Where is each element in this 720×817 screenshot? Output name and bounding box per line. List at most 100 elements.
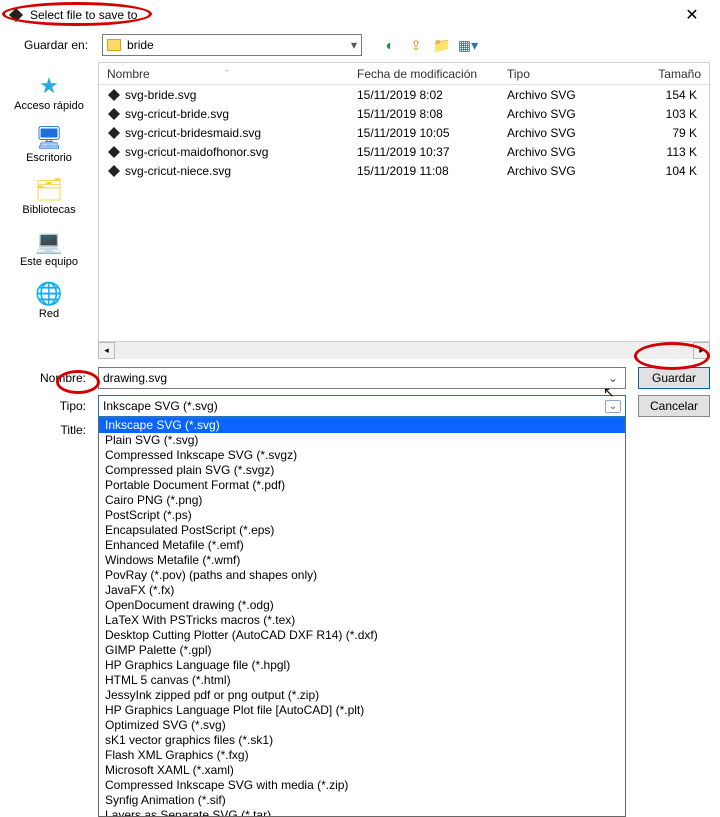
title-label: Title:: [0, 423, 86, 437]
star-icon: ★: [33, 72, 65, 100]
cancel-button[interactable]: Cancelar: [638, 395, 710, 417]
file-date: 15/11/2019 11:08: [349, 164, 499, 178]
filetype-option[interactable]: OpenDocument drawing (*.odg): [99, 598, 625, 613]
col-size[interactable]: Tamaño: [609, 67, 709, 81]
filetype-option[interactable]: Compressed Inkscape SVG (*.svgz): [99, 448, 625, 463]
filetype-option[interactable]: Compressed Inkscape SVG with media (*.zi…: [99, 778, 625, 793]
sidebar-network[interactable]: 🌐 Red: [6, 276, 92, 324]
file-icon: [107, 164, 121, 178]
filename-input[interactable]: [103, 371, 605, 385]
filetype-option[interactable]: HTML 5 canvas (*.html): [99, 673, 625, 688]
filetype-option[interactable]: Portable Document Format (*.pdf): [99, 478, 625, 493]
filetype-option[interactable]: JavaFX (*.fx): [99, 583, 625, 598]
filetype-option[interactable]: sK1 vector graphics files (*.sk1): [99, 733, 625, 748]
file-rows: svg-bride.svg15/11/2019 8:02Archivo SVG1…: [99, 85, 709, 341]
filetype-option[interactable]: Inkscape SVG (*.svg): [99, 418, 625, 433]
file-size: 113 K: [609, 145, 709, 159]
window-title: Select file to save to: [30, 8, 672, 22]
view-menu-icon[interactable]: ▦▾: [458, 35, 478, 55]
file-type: Archivo SVG: [499, 107, 609, 121]
file-date: 15/11/2019 10:05: [349, 126, 499, 140]
filetype-option[interactable]: HP Graphics Language Plot file [AutoCAD]…: [99, 703, 625, 718]
filetype-option[interactable]: Plain SVG (*.svg): [99, 433, 625, 448]
filetype-option[interactable]: PovRay (*.pov) (paths and shapes only): [99, 568, 625, 583]
computer-icon: 💻: [33, 228, 65, 256]
main-area: ★ Acceso rápido 🖥 Escritorio 🗂 Bibliotec…: [0, 62, 720, 342]
up-icon[interactable]: ⇪: [406, 35, 426, 55]
scroll-right-icon[interactable]: ▸: [693, 342, 710, 359]
col-type[interactable]: Tipo: [499, 67, 609, 81]
lookin-toolbar: Guardar en: bride ▾ ◐ ⇪ 📁 ▦▾: [0, 30, 720, 62]
filetype-option[interactable]: LaTeX With PSTricks macros (*.tex): [99, 613, 625, 628]
filetype-option[interactable]: Optimized SVG (*.svg): [99, 718, 625, 733]
file-icon: [107, 107, 121, 121]
filetype-dropdown[interactable]: Inkscape SVG (*.svg)Plain SVG (*.svg)Com…: [98, 417, 626, 817]
sidebar-desktop[interactable]: 🖥 Escritorio: [6, 120, 92, 168]
desktop-icon: 🖥: [33, 124, 65, 152]
chevron-down-icon[interactable]: ⌄: [605, 371, 621, 385]
filename-combo[interactable]: ⌄: [98, 367, 626, 389]
file-date: 15/11/2019 8:02: [349, 88, 499, 102]
file-name: svg-cricut-bride.svg: [125, 107, 349, 121]
sort-asc-icon: ˆ: [226, 69, 229, 79]
filetype-option[interactable]: Synfig Animation (*.sif): [99, 793, 625, 808]
file-row[interactable]: svg-cricut-bridesmaid.svg15/11/2019 10:0…: [99, 123, 709, 142]
save-button[interactable]: Guardar: [638, 367, 710, 389]
chevron-down-icon[interactable]: ▾: [341, 38, 357, 52]
scroll-track[interactable]: [115, 342, 693, 359]
col-date[interactable]: Fecha de modificación: [349, 67, 499, 81]
filetype-label: Tipo:: [0, 399, 86, 413]
libraries-icon: 🗂: [33, 176, 65, 204]
file-row[interactable]: svg-cricut-bride.svg15/11/2019 8:08Archi…: [99, 104, 709, 123]
file-type: Archivo SVG: [499, 164, 609, 178]
file-icon: [107, 88, 121, 102]
filetype-option[interactable]: Layers as Separate SVG (*.tar): [99, 808, 625, 817]
places-sidebar: ★ Acceso rápido 🖥 Escritorio 🗂 Bibliotec…: [0, 62, 98, 342]
col-name[interactable]: Nombreˆ: [99, 67, 349, 81]
back-icon[interactable]: ◐: [380, 35, 400, 55]
filetype-option[interactable]: GIMP Palette (*.gpl): [99, 643, 625, 658]
filetype-option[interactable]: Cairo PNG (*.png): [99, 493, 625, 508]
file-name: svg-cricut-niece.svg: [125, 164, 349, 178]
scroll-left-icon[interactable]: ◂: [98, 342, 115, 359]
lookin-combo[interactable]: bride ▾: [102, 34, 362, 56]
title-bar: Select file to save to ✕: [0, 0, 720, 30]
close-button[interactable]: ✕: [672, 5, 712, 25]
column-headers[interactable]: Nombreˆ Fecha de modificación Tipo Tamañ…: [99, 63, 709, 85]
app-icon: [8, 7, 24, 23]
file-date: 15/11/2019 8:08: [349, 107, 499, 121]
lookin-label: Guardar en:: [24, 38, 88, 52]
filetype-option[interactable]: Windows Metafile (*.wmf): [99, 553, 625, 568]
filetype-option[interactable]: Flash XML Graphics (*.fxg): [99, 748, 625, 763]
sidebar-libraries[interactable]: 🗂 Bibliotecas: [6, 172, 92, 220]
file-type: Archivo SVG: [499, 88, 609, 102]
file-row[interactable]: svg-cricut-niece.svg15/11/2019 11:08Arch…: [99, 161, 709, 180]
sidebar-item-label: Bibliotecas: [22, 204, 75, 216]
file-size: 79 K: [609, 126, 709, 140]
horiz-scrollbar[interactable]: ◂ ▸: [98, 342, 710, 359]
filename-label: Nombre:: [0, 371, 86, 385]
file-size: 104 K: [609, 164, 709, 178]
sidebar-quick-access[interactable]: ★ Acceso rápido: [6, 68, 92, 116]
filetype-option[interactable]: HP Graphics Language file (*.hpgl): [99, 658, 625, 673]
filetype-combo[interactable]: Inkscape SVG (*.svg) ⌄ Inkscape SVG (*.s…: [98, 395, 626, 417]
filetype-option[interactable]: Enhanced Metafile (*.emf): [99, 538, 625, 553]
sidebar-item-label: Este equipo: [20, 256, 78, 268]
sidebar-item-label: Red: [39, 308, 59, 320]
chevron-down-icon[interactable]: ⌄: [605, 400, 621, 413]
sidebar-this-pc[interactable]: 💻 Este equipo: [6, 224, 92, 272]
file-row[interactable]: svg-cricut-maidofhonor.svg15/11/2019 10:…: [99, 142, 709, 161]
folder-icon: [107, 39, 121, 51]
filetype-option[interactable]: Desktop Cutting Plotter (AutoCAD DXF R14…: [99, 628, 625, 643]
filetype-option[interactable]: JessyInk zipped pdf or png output (*.zip…: [99, 688, 625, 703]
file-size: 103 K: [609, 107, 709, 121]
form-area: Nombre: ⌄ Guardar Tipo: Inkscape SVG (*.…: [0, 361, 720, 437]
filetype-option[interactable]: PostScript (*.ps): [99, 508, 625, 523]
new-folder-icon[interactable]: 📁: [432, 35, 452, 55]
file-row[interactable]: svg-bride.svg15/11/2019 8:02Archivo SVG1…: [99, 85, 709, 104]
filetype-current: Inkscape SVG (*.svg): [103, 399, 605, 413]
file-size: 154 K: [609, 88, 709, 102]
filetype-option[interactable]: Microsoft XAML (*.xaml): [99, 763, 625, 778]
filetype-option[interactable]: Encapsulated PostScript (*.eps): [99, 523, 625, 538]
filetype-option[interactable]: Compressed plain SVG (*.svgz): [99, 463, 625, 478]
